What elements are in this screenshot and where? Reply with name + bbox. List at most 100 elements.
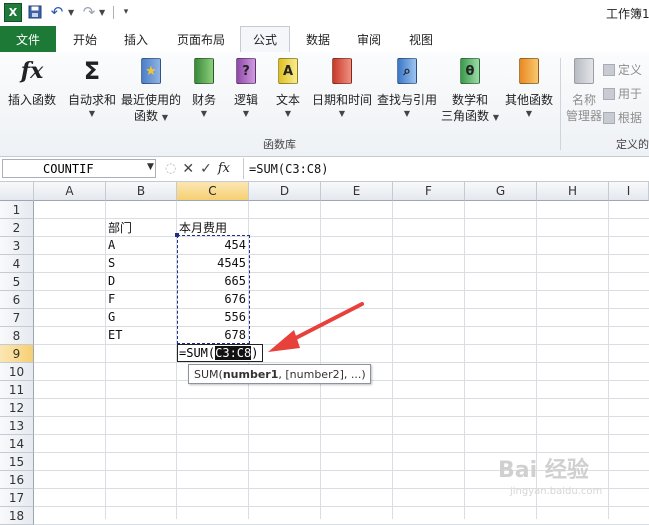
column-header-i[interactable]: I <box>609 182 649 201</box>
cell-b2[interactable]: 部门 <box>108 218 132 236</box>
cell-b5[interactable]: D <box>108 272 115 290</box>
circle-icon: ◌ <box>165 161 177 176</box>
financial-button[interactable]: 财务 ▼ <box>186 56 222 120</box>
recent-functions-button[interactable]: ★ 最近使用的 函数 ▼ <box>120 56 182 124</box>
tab-file[interactable]: 文件 <box>0 26 56 52</box>
lookup-reference-button[interactable]: ⌕ 查找与引用 ▼ <box>376 56 438 120</box>
math-trig-label-1: 数学和 <box>451 93 488 107</box>
row-header-18[interactable]: 18 <box>0 507 34 525</box>
row-header-13[interactable]: 13 <box>0 417 34 435</box>
use-in-formula-button[interactable]: 用于 <box>603 85 642 102</box>
row-header-7[interactable]: 7 <box>0 309 34 327</box>
insert-function-button[interactable]: fx 插入函数 <box>4 56 60 108</box>
autosum-button[interactable]: Σ 自动求和 ▼ <box>64 56 120 120</box>
text-button[interactable]: A 文本 ▼ <box>270 56 306 120</box>
text-book-icon: A <box>275 56 301 86</box>
column-header-e[interactable]: E <box>321 182 393 201</box>
column-gridline <box>464 201 465 519</box>
lookup-dropdown-icon[interactable]: ▼ <box>404 108 410 120</box>
column-header-g[interactable]: G <box>465 182 537 201</box>
undo-dropdown-icon[interactable]: ▼ <box>68 8 74 17</box>
row-header-1[interactable]: 1 <box>0 201 34 219</box>
column-gridline <box>320 201 321 519</box>
active-cell-c9[interactable]: =SUM(C3:C8) <box>177 344 263 362</box>
column-header-c[interactable]: C <box>177 182 249 201</box>
financial-book-icon <box>191 56 217 86</box>
row-gridline <box>34 398 649 399</box>
financial-dropdown-icon[interactable]: ▼ <box>201 108 207 120</box>
row-header-17[interactable]: 17 <box>0 489 34 507</box>
reference-marquee <box>177 235 250 344</box>
row-gridline <box>34 272 649 273</box>
redo-dropdown-icon[interactable]: ▼ <box>99 8 105 17</box>
logical-dropdown-icon[interactable]: ▼ <box>243 108 249 120</box>
column-header-f[interactable]: F <box>393 182 465 201</box>
row-header-8[interactable]: 8 <box>0 327 34 345</box>
defined-names-group-label: 定义的 <box>616 138 649 151</box>
excel-app-icon[interactable]: X <box>4 3 22 22</box>
row-header-6[interactable]: 6 <box>0 291 34 309</box>
red-arrow-annotation <box>268 302 364 352</box>
row-header-3[interactable]: 3 <box>0 237 34 255</box>
cancel-icon[interactable]: ✕ <box>182 161 194 177</box>
tab-insert[interactable]: 插入 <box>113 27 159 51</box>
cell-b4[interactable]: S <box>108 254 115 272</box>
define-name-icon <box>603 63 615 76</box>
column-header-a[interactable]: A <box>34 182 106 201</box>
logical-label: 逻辑 <box>233 93 258 107</box>
use-in-formula-icon <box>603 87 615 100</box>
row-header-4[interactable]: 4 <box>0 255 34 273</box>
customize-quick-access-icon[interactable]: ▾ <box>117 3 135 21</box>
undo-icon[interactable]: ↶ <box>48 3 66 21</box>
logical-button[interactable]: ? 逻辑 ▼ <box>228 56 264 120</box>
cell-b7[interactable]: G <box>108 308 115 326</box>
math-trig-button[interactable]: θ 数学和 三角函数 ▼ <box>440 56 500 124</box>
row-header-16[interactable]: 16 <box>0 471 34 489</box>
tab-page-layout[interactable]: 页面布局 <box>167 27 235 51</box>
function-tooltip[interactable]: SUM(number1, [number2], ...) <box>188 364 371 384</box>
tab-data[interactable]: 数据 <box>296 27 340 51</box>
edit-suffix: ) <box>251 346 259 360</box>
save-icon[interactable] <box>26 3 44 21</box>
cell-b8[interactable]: ET <box>108 326 122 344</box>
enter-icon[interactable]: ✓ <box>200 161 212 177</box>
name-box-dropdown-icon[interactable]: ▼ <box>147 162 154 172</box>
redo-icon[interactable]: ↷ <box>80 3 98 21</box>
cell-c2[interactable]: 本月费用 <box>179 218 227 236</box>
insert-function-icon[interactable]: fx <box>218 161 230 176</box>
cell-b6[interactable]: F <box>108 290 115 308</box>
text-dropdown-icon[interactable]: ▼ <box>285 108 291 120</box>
row-gridline <box>34 254 649 255</box>
row-header-9[interactable]: 9 <box>0 345 34 363</box>
window-title: 工作簿1 <box>606 7 649 21</box>
formula-input[interactable]: =SUM(C3:C8) <box>243 158 649 179</box>
row-header-11[interactable]: 11 <box>0 381 34 399</box>
tab-home[interactable]: 开始 <box>62 27 108 51</box>
more-functions-dropdown-icon[interactable]: ▼ <box>526 108 532 120</box>
select-all-corner[interactable] <box>0 182 34 201</box>
row-header-5[interactable]: 5 <box>0 273 34 291</box>
name-box[interactable]: COUNTIF <box>2 159 156 178</box>
theta-book-icon: θ <box>457 56 483 86</box>
tab-view[interactable]: 视图 <box>398 27 444 51</box>
row-header-15[interactable]: 15 <box>0 453 34 471</box>
tab-formulas[interactable]: 公式 <box>240 26 290 52</box>
watermark-url: jingyan.baidu.com <box>510 486 603 497</box>
create-from-selection-button[interactable]: 根据 <box>603 109 642 126</box>
cell-b3[interactable]: A <box>108 236 115 254</box>
autosum-dropdown-icon[interactable]: ▼ <box>89 108 95 120</box>
column-header-h[interactable]: H <box>537 182 609 201</box>
name-manager-button[interactable]: 名称 管理器 <box>562 56 606 124</box>
row-header-10[interactable]: 10 <box>0 363 34 381</box>
row-header-12[interactable]: 12 <box>0 399 34 417</box>
row-header-2[interactable]: 2 <box>0 219 34 237</box>
column-header-d[interactable]: D <box>249 182 321 201</box>
column-header-b[interactable]: B <box>106 182 177 201</box>
more-functions-button[interactable]: 其他函数 ▼ <box>502 56 556 120</box>
define-name-button[interactable]: 定义 <box>603 61 642 78</box>
tab-review[interactable]: 审阅 <box>346 27 392 51</box>
row-header-14[interactable]: 14 <box>0 435 34 453</box>
autosum-label: 自动求和 <box>67 93 116 107</box>
date-time-dropdown-icon[interactable]: ▼ <box>339 108 345 120</box>
date-time-button[interactable]: 日期和时间 ▼ <box>310 56 374 120</box>
